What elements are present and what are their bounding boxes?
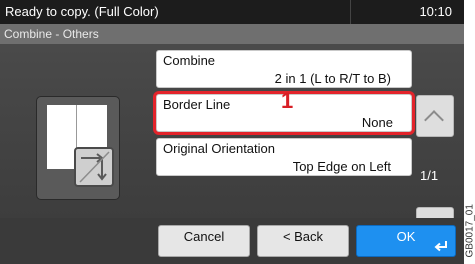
preview-frame	[36, 96, 120, 200]
figure-code: GB0017_01	[464, 150, 475, 264]
setting-original-orientation[interactable]: Original Orientation Top Edge on Left	[156, 138, 412, 176]
setting-value: None	[361, 115, 393, 130]
copier-screen: Ready to copy. (Full Color) 10:10 Combin…	[0, 0, 464, 264]
cancel-button[interactable]: Cancel	[158, 225, 250, 257]
page-title: Combine - Others	[4, 27, 99, 41]
status-bar: Ready to copy. (Full Color) 10:10	[0, 0, 464, 24]
status-time: 10:10	[419, 4, 452, 19]
main-panel: Combine 2 in 1 (L to R/T to B) Border Li…	[0, 44, 464, 249]
setting-value: Top Edge on Left	[292, 159, 391, 174]
preview-page-left	[47, 105, 77, 169]
setting-value: 2 in 1 (L to R/T to B)	[274, 71, 391, 86]
enter-icon	[434, 241, 447, 252]
settings-list: Combine 2 in 1 (L to R/T to B) Border Li…	[148, 50, 420, 202]
setting-name: Border Line	[163, 97, 231, 112]
figure-code-text: GB0017_01	[464, 204, 475, 258]
ok-button[interactable]: OK	[356, 225, 456, 257]
scroll-up-button[interactable]	[416, 95, 454, 137]
setting-name: Combine	[163, 53, 216, 68]
status-divider	[350, 0, 351, 24]
setting-combine[interactable]: Combine 2 in 1 (L to R/T to B)	[156, 50, 412, 88]
page-indicator: 1/1	[420, 168, 439, 183]
title-bar: Combine - Others	[0, 24, 464, 44]
status-message: Ready to copy. (Full Color)	[5, 4, 159, 19]
bottom-bar: Cancel < Back OK	[0, 218, 464, 264]
back-button[interactable]: < Back	[257, 225, 349, 257]
setting-name: Original Orientation	[163, 141, 275, 156]
layout-direction-icon	[74, 147, 114, 187]
ok-label: OK	[396, 229, 416, 244]
combine-preview	[36, 96, 120, 200]
callout-number: 1	[281, 88, 294, 113]
